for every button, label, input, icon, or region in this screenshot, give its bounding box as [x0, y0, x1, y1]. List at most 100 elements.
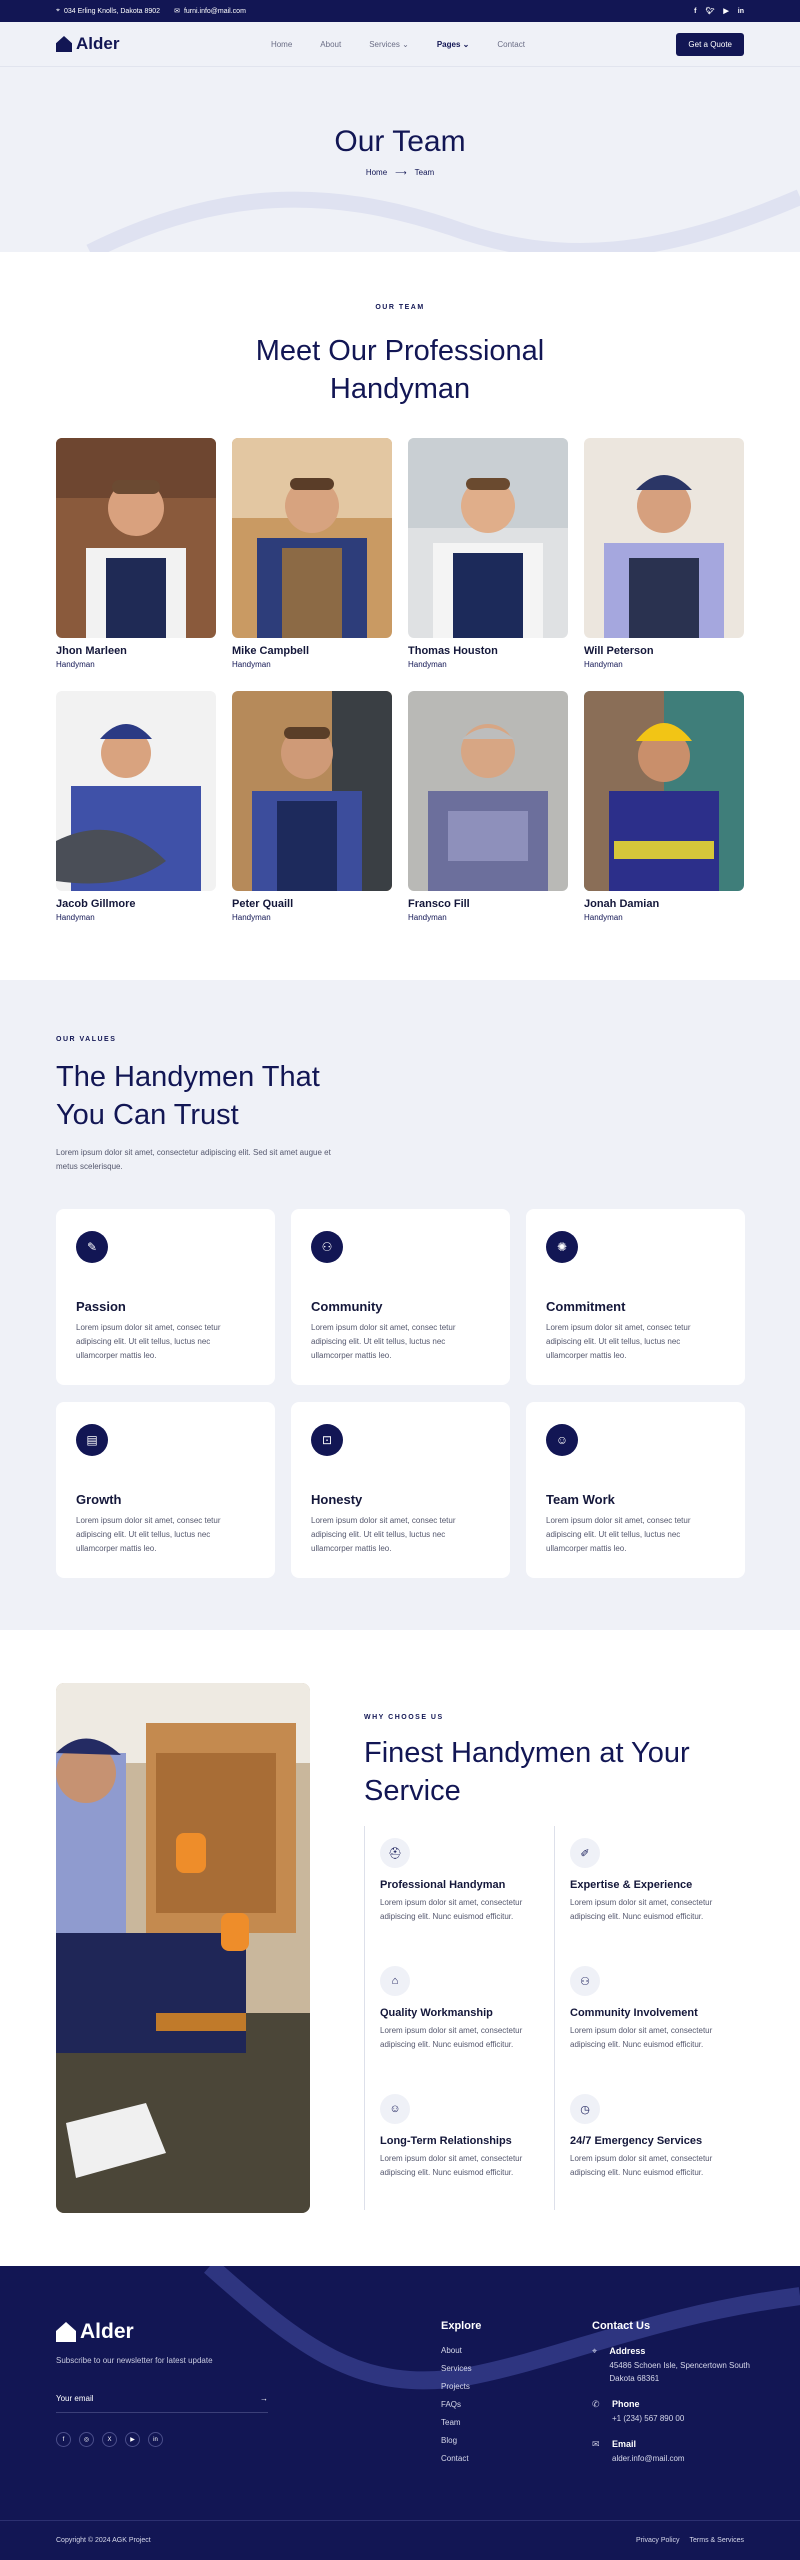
- contact-title: Contact Us: [592, 2320, 651, 2332]
- footer-link[interactable]: Blog: [441, 2436, 481, 2454]
- subscribe-text: Subscribe to our newsletter for latest u…: [56, 2356, 213, 2365]
- value-card-text: Lorem ipsum dolor sit amet, consec tetur…: [546, 1516, 691, 1553]
- footer-link[interactable]: Services: [441, 2364, 481, 2382]
- team-member-role: Handyman: [232, 660, 271, 669]
- team-member-role: Handyman: [56, 660, 95, 669]
- footer-link[interactable]: About: [441, 2346, 481, 2364]
- nav-home[interactable]: Home: [271, 40, 292, 49]
- team-member-photo[interactable]: [584, 691, 744, 891]
- footer-link[interactable]: Projects: [441, 2382, 481, 2400]
- value-card-text: Lorem ipsum dolor sit amet, consec tetur…: [311, 1323, 456, 1360]
- instagram-icon[interactable]: ◎: [79, 2432, 94, 2447]
- footer-contact: Contact Us ⌖ Address 45486 Schoen Isle, S…: [592, 2320, 752, 2465]
- mail-icon: ✉: [592, 2439, 600, 2449]
- team-member-name[interactable]: Jhon Marleen: [56, 645, 216, 657]
- value-card: ✺ Commitment Lorem ipsum dolor sit amet,…: [526, 1209, 745, 1385]
- footer-link[interactable]: Team: [441, 2418, 481, 2436]
- value-card-text: Lorem ipsum dolor sit amet, consec tetur…: [76, 1516, 221, 1553]
- mail-icon: ✉: [174, 8, 180, 15]
- address-item: ⌖ 034 Erling Knolls, Dakota 8902: [56, 7, 160, 15]
- nav-services[interactable]: Services ⌄: [369, 40, 409, 49]
- team-member-photo[interactable]: [232, 691, 392, 891]
- linkedin-icon[interactable]: in: [738, 8, 744, 15]
- value-card: ⊡ Honesty Lorem ipsum dolor sit amet, co…: [291, 1402, 510, 1578]
- team-member-role: Handyman: [408, 913, 447, 922]
- email-input-placeholder[interactable]: Your email: [56, 2394, 94, 2403]
- team-member-role: Handyman: [56, 913, 95, 922]
- phone-icon: ✆: [592, 2399, 600, 2409]
- logo-mark-icon: [56, 36, 72, 52]
- commitment-icon: ✺: [546, 1231, 578, 1263]
- feature-title: Quality Workmanship: [380, 2007, 493, 2019]
- feature-text: Lorem ipsum dolor sit amet, consectetur …: [380, 2026, 523, 2049]
- footer-link[interactable]: Contact: [441, 2454, 481, 2472]
- chevron-down-icon: ⌄: [462, 39, 470, 49]
- nav-about[interactable]: About: [320, 40, 341, 49]
- email-item[interactable]: ✉ furni.info@mail.com: [174, 7, 246, 16]
- feature-item: ◷ 24/7 Emergency Services Lorem ipsum do…: [554, 2082, 744, 2210]
- team-member-card[interactable]: Jacob Gillmore Handyman: [56, 691, 216, 944]
- smile-icon: ☺: [380, 2094, 410, 2124]
- nav-contact[interactable]: Contact: [497, 40, 525, 49]
- youtube-icon[interactable]: ▶: [125, 2432, 140, 2447]
- email-value[interactable]: alder.info@mail.com: [612, 2452, 685, 2465]
- team-member-card[interactable]: Thomas Houston Handyman: [408, 438, 568, 691]
- feature-title: Long-Term Relationships: [380, 2135, 512, 2147]
- feature-title: Expertise & Experience: [570, 1879, 693, 1891]
- team-member-card[interactable]: Will Peterson Handyman: [584, 438, 744, 691]
- twitter-icon[interactable]: 🐦︎: [705, 7, 714, 15]
- privacy-policy-link[interactable]: Privacy Policy: [636, 2537, 680, 2544]
- team-member-role: Handyman: [584, 660, 623, 669]
- facebook-icon[interactable]: f: [56, 2432, 71, 2447]
- team-member-role: Handyman: [584, 913, 623, 922]
- feature-item: ✐ Expertise & Experience Lorem ipsum dol…: [554, 1826, 744, 1954]
- team-member-card[interactable]: Peter Quaill Handyman: [232, 691, 392, 944]
- terms-link[interactable]: Terms & Services: [690, 2537, 744, 2544]
- team-member-name[interactable]: Peter Quaill: [232, 898, 392, 910]
- feature-item: ⚇ Community Involvement Lorem ipsum dolo…: [554, 1954, 744, 2082]
- team-member-card[interactable]: Fransco Fill Handyman: [408, 691, 568, 944]
- team-member-card[interactable]: Mike Campbell Handyman: [232, 438, 392, 691]
- team-member-photo[interactable]: [408, 691, 568, 891]
- footer-link[interactable]: FAQs: [441, 2400, 481, 2418]
- team-member-name[interactable]: Will Peterson: [584, 645, 744, 657]
- team-member-name[interactable]: Mike Campbell: [232, 645, 392, 657]
- location-pin-icon: ⌖: [592, 2346, 598, 2356]
- brand-logo[interactable]: Alder: [56, 34, 119, 54]
- team-member-photo[interactable]: [232, 438, 392, 638]
- team-member-card[interactable]: Jhon Marleen Handyman: [56, 438, 216, 691]
- house-icon: ⌂: [380, 1966, 410, 1996]
- site-footer: Alder Subscribe to our newsletter for la…: [0, 2266, 800, 2560]
- phone-value[interactable]: +1 (234) 567 890 00: [612, 2412, 684, 2425]
- linkedin-icon[interactable]: in: [148, 2432, 163, 2447]
- team-member-name[interactable]: Jacob Gillmore: [56, 898, 216, 910]
- footer-brand-name: Alder: [80, 2320, 134, 2343]
- team-member-photo[interactable]: [584, 438, 744, 638]
- newsletter-email-field[interactable]: Your email →: [56, 2394, 268, 2413]
- nav-pages[interactable]: Pages ⌄: [437, 40, 470, 49]
- team-member-name[interactable]: Fransco Fill: [408, 898, 568, 910]
- address-value: 45486 Schoen Isle, Spencertown South Dak…: [609, 2361, 750, 2383]
- breadcrumb-home[interactable]: Home: [366, 168, 387, 177]
- value-card: ✎ Passion Lorem ipsum dolor sit amet, co…: [56, 1209, 275, 1385]
- clock-icon: ◷: [570, 2094, 600, 2124]
- footer-logo[interactable]: Alder: [56, 2320, 134, 2344]
- arrow-right-icon[interactable]: →: [260, 2394, 268, 2403]
- hero-wave-decoration: [86, 189, 800, 252]
- facebook-icon[interactable]: f: [694, 8, 696, 15]
- team-member-name[interactable]: Thomas Houston: [408, 645, 568, 657]
- team-member-photo[interactable]: [56, 438, 216, 638]
- footer-explore: Explore About Services Projects FAQs Tea…: [441, 2320, 481, 2472]
- address-label: Address: [609, 2346, 646, 2356]
- topbar-email[interactable]: furni.info@mail.com: [184, 8, 246, 15]
- team-member-name[interactable]: Jonah Damian: [584, 898, 744, 910]
- user-icon: ☺: [546, 1424, 578, 1456]
- team-member-photo[interactable]: [408, 438, 568, 638]
- youtube-icon[interactable]: ▶: [723, 7, 728, 15]
- get-quote-button[interactable]: Get a Quote: [676, 32, 744, 56]
- team-member-role: Handyman: [408, 660, 447, 669]
- x-icon[interactable]: X: [102, 2432, 117, 2447]
- team-member-card[interactable]: Jonah Damian Handyman: [584, 691, 744, 944]
- team-member-photo[interactable]: [56, 691, 216, 891]
- team-heading: Meet Our Professional Handyman: [255, 335, 545, 405]
